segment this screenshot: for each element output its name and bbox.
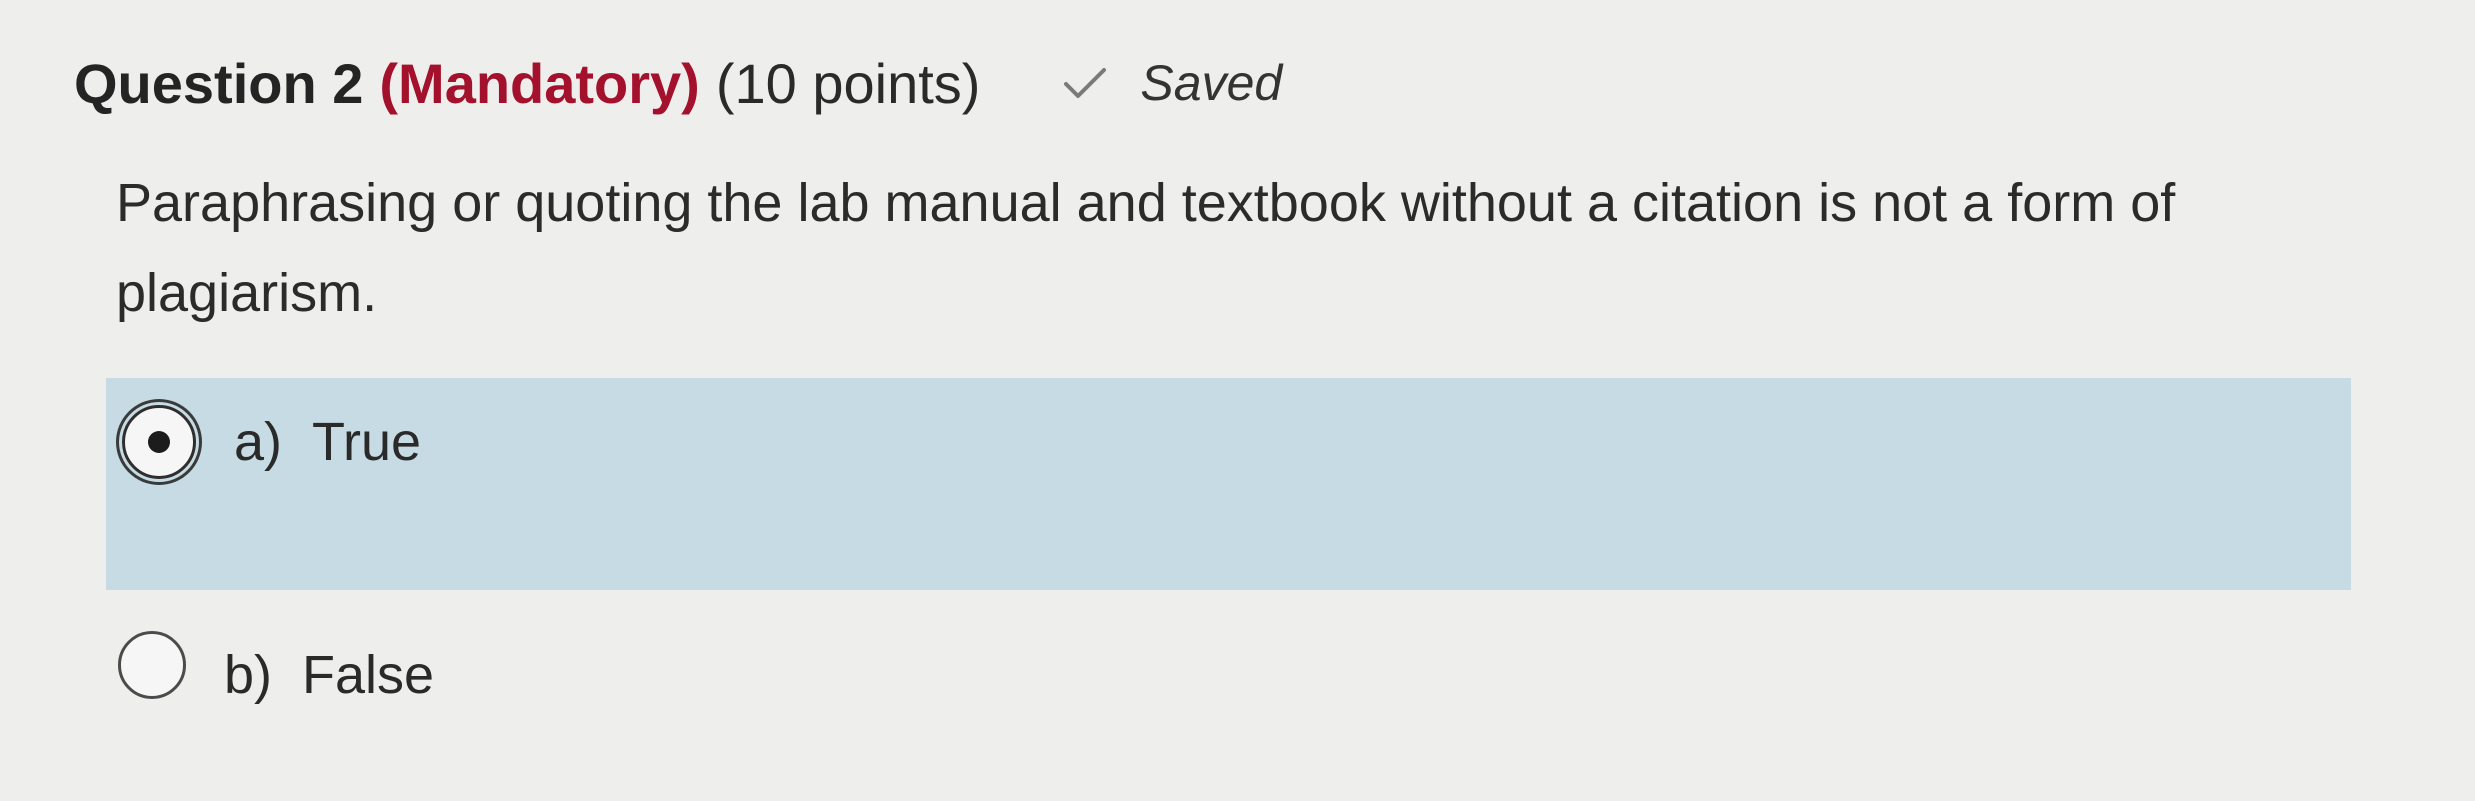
radio-button-false[interactable] <box>118 631 186 699</box>
radio-selected-dot <box>148 431 170 453</box>
points-label: (10 points) <box>715 51 981 115</box>
saved-label: Saved <box>1140 55 1283 111</box>
option-label: False <box>302 645 435 705</box>
option-label: True <box>312 412 422 472</box>
option-false[interactable]: b) False <box>106 614 2351 756</box>
option-letter: a) <box>234 412 283 472</box>
question-text: Paraphrasing or quoting the lab manual a… <box>116 173 2176 323</box>
question-header: Question 2 (Mandatory) (10 points) Saved <box>74 38 1282 128</box>
question-title: Question 2 <box>74 51 364 115</box>
saved-status: Saved <box>1062 54 1282 112</box>
option-letter: b) <box>224 645 273 705</box>
option-true[interactable]: a) True <box>106 378 2351 590</box>
mandatory-label: (Mandatory) <box>379 51 700 115</box>
check-icon <box>1064 68 1107 98</box>
radio-button-true[interactable] <box>122 405 196 479</box>
